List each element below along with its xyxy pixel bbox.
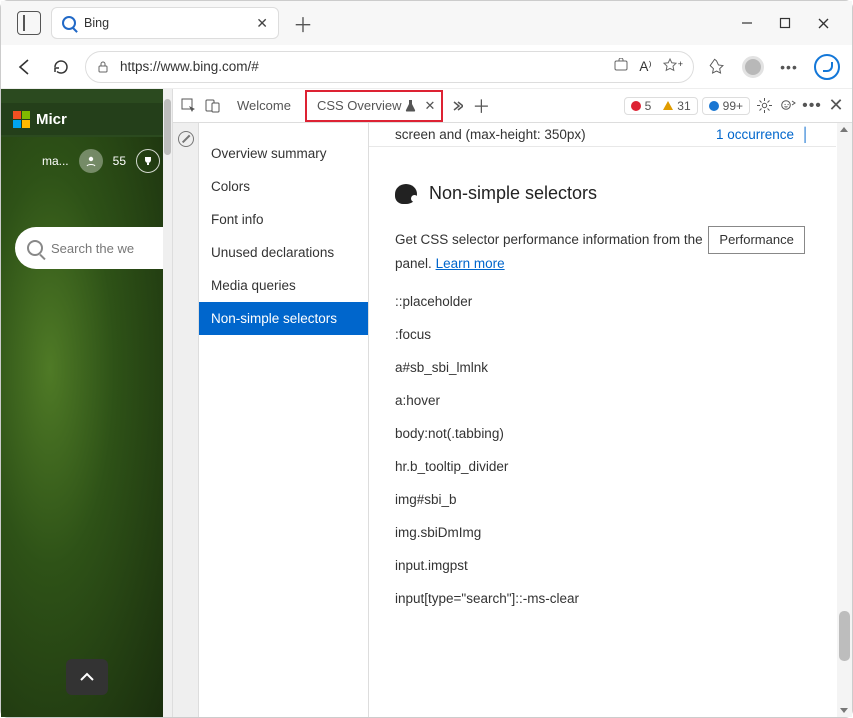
- flask-icon: [405, 99, 416, 112]
- microsoft-brand-text: Micr: [36, 111, 67, 128]
- selector-item[interactable]: a#sb_sbi_lmlnk: [395, 360, 810, 375]
- browser-tab[interactable]: Bing ✕: [51, 7, 279, 39]
- selector-item[interactable]: ::placeholder: [395, 294, 810, 309]
- page-viewport: Micr ma... 55 Search the we: [1, 89, 173, 717]
- favorite-star-icon[interactable]: +: [662, 57, 683, 76]
- copilot-icon[interactable]: [814, 54, 840, 80]
- tab-title: Bing: [84, 16, 248, 30]
- bing-background-image: [1, 137, 164, 717]
- learn-more-link[interactable]: Learn more: [436, 256, 505, 271]
- scroll-down-arrow-icon[interactable]: [840, 708, 848, 713]
- bing-search-box[interactable]: Search the we: [15, 227, 172, 269]
- sidenav-font-info[interactable]: Font info: [199, 203, 368, 236]
- tab-close-icon[interactable]: ✕: [256, 15, 268, 32]
- microsoft-logo-icon: [13, 111, 30, 128]
- selector-item[interactable]: hr.b_tooltip_divider: [395, 459, 810, 474]
- rewards-points[interactable]: 55: [113, 154, 126, 168]
- main-scrollbar[interactable]: [837, 123, 852, 717]
- more-tabs-chevron-icon[interactable]: [447, 96, 467, 116]
- devtools-gutter: [173, 123, 199, 717]
- sidenav-non-simple-selectors[interactable]: Non-simple selectors: [199, 302, 368, 335]
- new-tab-plus-icon[interactable]: ＋: [471, 96, 491, 116]
- profile-circle-icon[interactable]: [79, 149, 103, 173]
- favorites-icon[interactable]: [706, 56, 728, 78]
- refresh-button[interactable]: [49, 55, 73, 79]
- media-query-remnant: screen and (max-height: 350px) 1 occurre…: [369, 123, 836, 147]
- selector-item[interactable]: body:not(.tabbing): [395, 426, 810, 441]
- site-info-lock-icon[interactable]: [96, 60, 110, 74]
- window-minimize-button[interactable]: [741, 17, 753, 30]
- section-title: Non-simple selectors: [429, 183, 597, 204]
- selector-item[interactable]: :focus: [395, 327, 810, 342]
- devtools-toolbar: Welcome CSS Overview ✕ ＋ 531 99+ ••• ✕: [173, 89, 852, 123]
- palette-icon: [395, 184, 417, 204]
- profile-label: ma...: [42, 154, 69, 168]
- feedback-icon[interactable]: [778, 96, 798, 116]
- selector-list: ::placeholder :focus a#sb_sbi_lmlnk a:ho…: [369, 274, 836, 644]
- microsoft-header: Micr: [1, 103, 172, 135]
- selector-item[interactable]: a:hover: [395, 393, 810, 408]
- devtools-panel: Welcome CSS Overview ✕ ＋ 531 99+ ••• ✕ O…: [173, 89, 852, 717]
- css-overview-main: screen and (max-height: 350px) 1 occurre…: [369, 123, 852, 717]
- scroll-thumb[interactable]: [839, 611, 850, 661]
- bing-top-icons: ma... 55: [1, 149, 160, 173]
- inspect-element-icon[interactable]: [179, 96, 199, 116]
- tab-css-overview[interactable]: CSS Overview ✕: [305, 90, 443, 122]
- url-text: https://www.bing.com/#: [120, 59, 603, 74]
- css-overview-sidenav: Overview summary Colors Font info Unused…: [199, 123, 369, 717]
- device-toggle-icon[interactable]: [203, 96, 223, 116]
- search-placeholder: Search the we: [51, 241, 134, 256]
- devtools-body: Overview summary Colors Font info Unused…: [173, 123, 852, 717]
- devtools-close-icon[interactable]: ✕: [826, 96, 846, 116]
- sidenav-colors[interactable]: Colors: [199, 170, 368, 203]
- settings-gear-icon[interactable]: [754, 96, 774, 116]
- info-counter[interactable]: 99+: [702, 97, 750, 115]
- bing-favicon-icon: [62, 16, 76, 30]
- toolbar: https://www.bing.com/# A⁾ + •••: [1, 45, 852, 89]
- selector-item[interactable]: img#sbi_b: [395, 492, 810, 507]
- media-query-text: screen and (max-height: 350px): [395, 127, 586, 142]
- back-button[interactable]: [13, 55, 37, 79]
- sidenav-media-queries[interactable]: Media queries: [199, 269, 368, 302]
- selector-item[interactable]: input.imgpst: [395, 558, 810, 573]
- profile-avatar[interactable]: [742, 56, 764, 78]
- tab-css-overview-label: CSS Overview: [317, 98, 402, 113]
- search-icon: [27, 240, 43, 256]
- rewards-trophy-icon[interactable]: [136, 149, 160, 173]
- window-titlebar: Bing ✕ ＋: [1, 1, 852, 45]
- scroll-up-arrow-icon[interactable]: [840, 127, 848, 132]
- window-maximize-button[interactable]: [779, 17, 791, 30]
- sidenav-overview-summary[interactable]: Overview summary: [199, 137, 368, 170]
- new-tab-button[interactable]: ＋: [293, 9, 313, 38]
- read-aloud-icon[interactable]: A⁾: [639, 59, 651, 75]
- toolbar-right: •••: [706, 54, 840, 80]
- tab-close-icon[interactable]: ✕: [424, 98, 435, 114]
- window-controls: [741, 17, 844, 30]
- clear-icon[interactable]: [178, 131, 194, 147]
- selector-item[interactable]: img.sbiDmImg: [395, 525, 810, 540]
- content-area: Micr ma... 55 Search the we Welcome CSS …: [1, 89, 852, 717]
- window-close-button[interactable]: [817, 17, 830, 30]
- sidenav-unused-declarations[interactable]: Unused declarations: [199, 236, 368, 269]
- page-scrollbar[interactable]: [163, 89, 172, 717]
- error-counter[interactable]: 531: [624, 97, 698, 115]
- devtools-more-icon[interactable]: •••: [802, 96, 822, 116]
- section-description: Get CSS selector performance information…: [369, 226, 836, 274]
- tab-welcome[interactable]: Welcome: [227, 90, 301, 122]
- selector-item[interactable]: input[type="search"]::-ms-clear: [395, 591, 810, 606]
- section-heading: Non-simple selectors: [369, 183, 836, 204]
- address-bar[interactable]: https://www.bing.com/# A⁾ +: [85, 51, 694, 83]
- scroll-up-button[interactable]: [66, 659, 108, 695]
- shopping-icon[interactable]: [613, 58, 629, 75]
- occurrence-link[interactable]: 1 occurrence │: [716, 127, 810, 142]
- tab-actions-icon[interactable]: [17, 11, 41, 35]
- more-menu-icon[interactable]: •••: [778, 56, 800, 78]
- performance-button[interactable]: Performance: [708, 226, 804, 254]
